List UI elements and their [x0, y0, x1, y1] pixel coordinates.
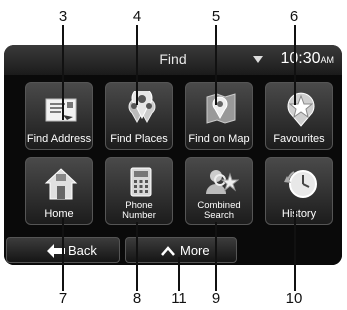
callout-5: 5 — [211, 8, 221, 25]
phone-number-button[interactable]: Phone Number — [105, 157, 173, 225]
callout-line-7 — [62, 218, 64, 291]
home-label: Home — [44, 208, 74, 220]
callout-9: 9 — [211, 290, 221, 307]
clock-time: 10:30 — [280, 50, 321, 67]
callout-6: 6 — [289, 8, 299, 25]
callout-line-8 — [136, 222, 138, 291]
map-pin-icon — [206, 93, 236, 124]
callout-3: 3 — [58, 8, 68, 25]
address-card-icon — [45, 98, 77, 122]
find-address-button[interactable]: Find Address — [25, 82, 93, 150]
more-button[interactable]: More — [125, 237, 237, 263]
bottom-bar: Back More — [4, 237, 342, 265]
callout-4: 4 — [132, 8, 142, 25]
back-label: Back — [68, 243, 97, 258]
combined-search-icon — [206, 170, 239, 194]
favourites-button[interactable]: Favourites — [265, 82, 333, 150]
favourites-label: Favourites — [273, 133, 325, 145]
callout-line-5 — [215, 25, 217, 105]
callout-line-4 — [136, 25, 138, 105]
house-icon — [44, 168, 78, 200]
history-label: History — [281, 208, 317, 220]
combined-search-button[interactable]: Combined Search — [185, 157, 253, 225]
home-button[interactable]: Home — [25, 157, 93, 225]
phone-icon — [130, 167, 152, 197]
callout-10: 10 — [285, 290, 303, 307]
callout-11: 11 — [171, 290, 187, 307]
find-places-button[interactable]: Find Places — [105, 82, 173, 150]
up-arrow-icon — [161, 246, 175, 256]
callout-line-9 — [215, 222, 217, 291]
clock-ampm: AM — [320, 55, 335, 65]
star-pin-icon — [287, 92, 315, 127]
signal-arrow-icon — [253, 56, 263, 63]
phone-number-label: Phone Number — [122, 200, 156, 221]
find-address-label: Find Address — [26, 133, 92, 145]
callout-line-11 — [178, 257, 180, 291]
history-button[interactable]: History — [265, 157, 333, 225]
header-bar: Find 10:30AM — [4, 45, 342, 75]
callout-line-3 — [62, 25, 64, 120]
callout-8: 8 — [132, 290, 142, 307]
find-screen: Find 10:30AM Find Address Find Places Fi… — [4, 45, 342, 265]
more-label: More — [180, 243, 210, 258]
places-pins-icon — [128, 91, 156, 124]
callout-line-10 — [294, 210, 296, 291]
find-places-label: Find Places — [110, 133, 168, 145]
callout-line-6 — [294, 25, 296, 105]
clock: 10:30AM — [280, 50, 334, 68]
find-on-map-label: Find on Map — [188, 133, 250, 145]
find-on-map-button[interactable]: Find on Map — [185, 82, 253, 150]
combined-search-label: Combined Search — [197, 200, 241, 221]
history-clock-icon — [284, 170, 317, 198]
callout-7: 7 — [58, 290, 68, 307]
